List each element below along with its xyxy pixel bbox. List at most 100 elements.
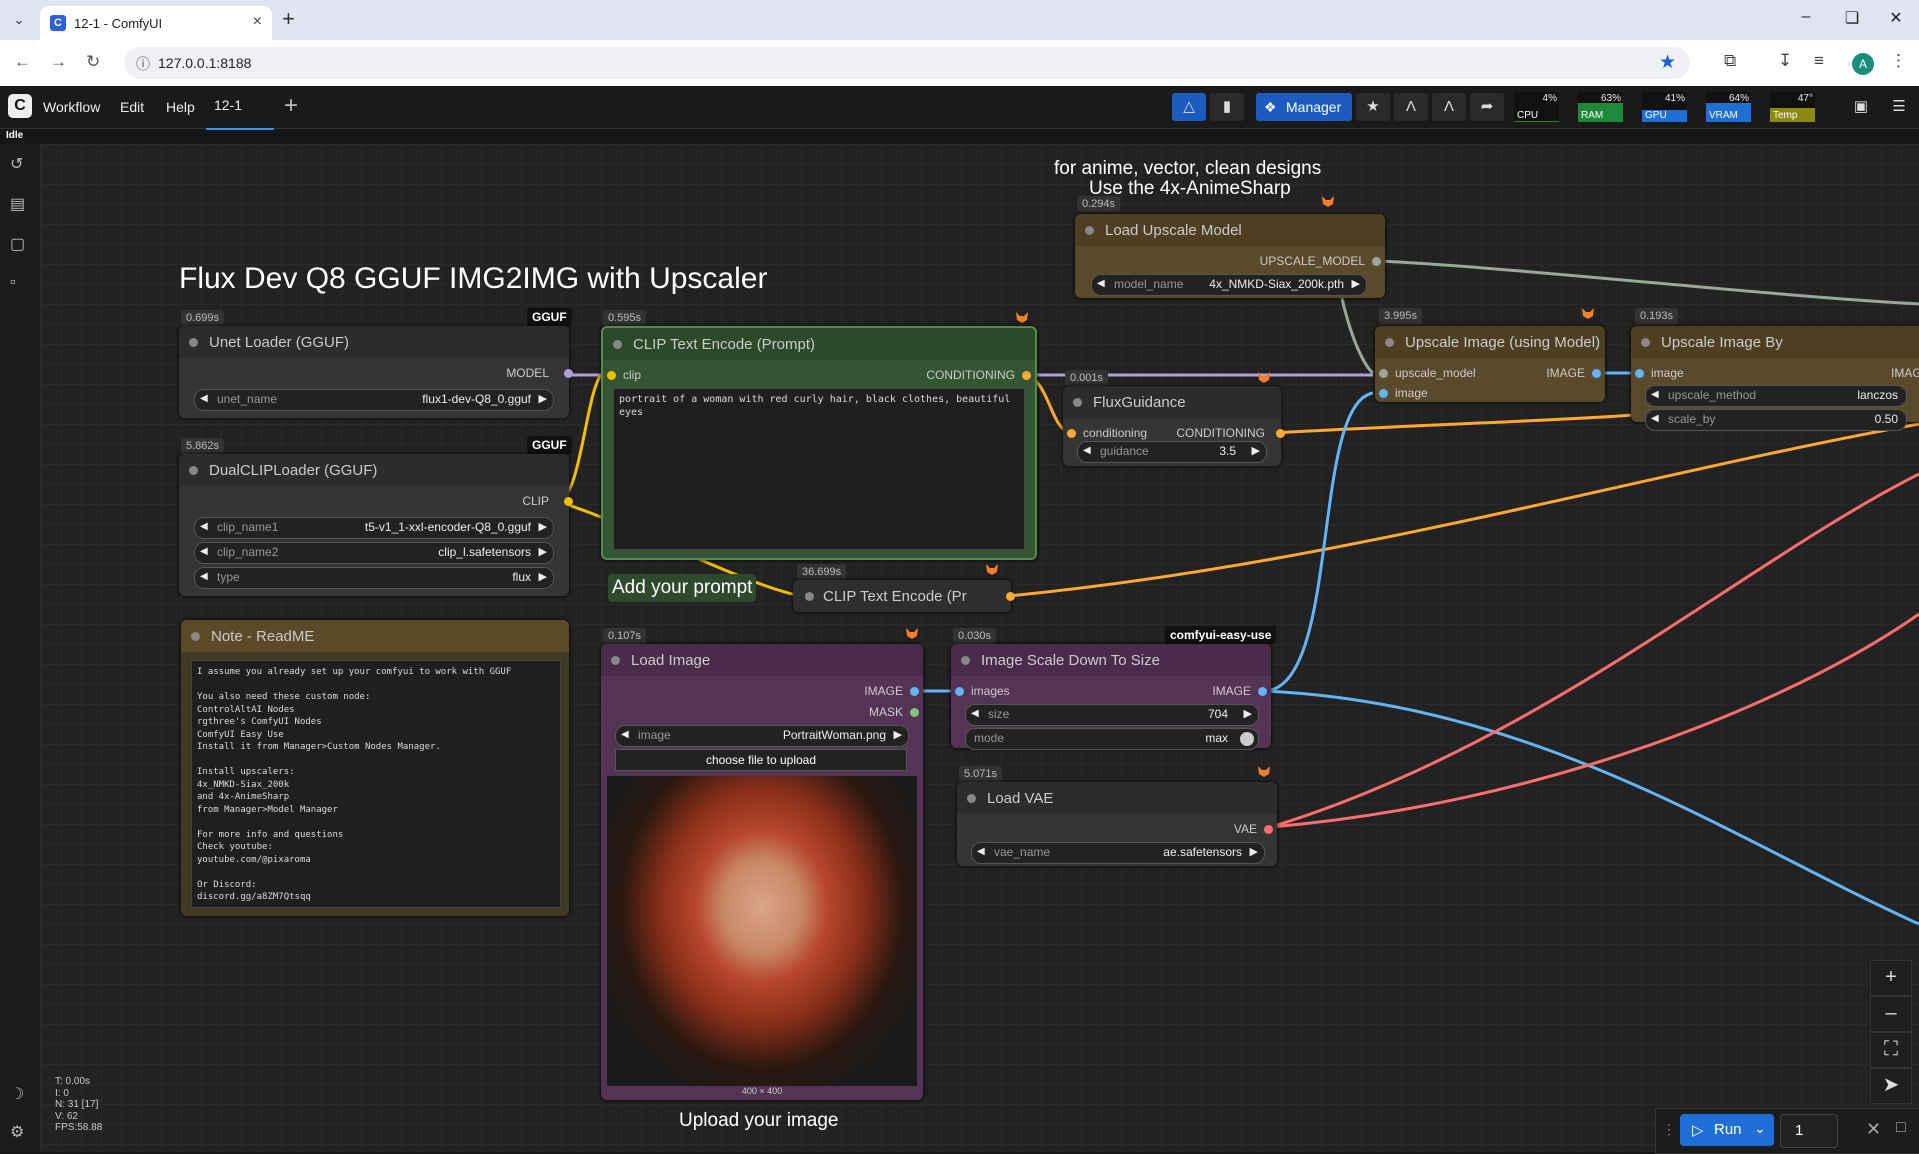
node-upscale-image-using-model[interactable]: Upscale Image (using Model) upscale_mode… (1375, 326, 1605, 402)
panel-toggle-icon[interactable]: ▣ (1844, 93, 1878, 121)
socket-upscale-model-in[interactable] (1379, 369, 1388, 378)
theme-moon-icon[interactable]: ☽ (10, 1084, 24, 1104)
widget-scale-by[interactable]: ◀ scale_by 0.50 (1645, 409, 1907, 431)
graph-canvas[interactable]: Flux Dev Q8 GGUF IMG2IMG with Upscaler f… (41, 144, 1919, 1152)
node-load-upscale-model[interactable]: Load Upscale Model UPSCALE_MODEL ◀ model_… (1075, 214, 1385, 298)
minimize-icon[interactable]: – (1786, 8, 1826, 26)
settings-gear-icon[interactable]: ⚙ (10, 1122, 24, 1142)
socket-image-out[interactable] (1258, 687, 1267, 696)
cancel-icon[interactable]: ✕ (1866, 1119, 1881, 1140)
output-mask: MASK (868, 705, 903, 719)
batch-count-input[interactable]: 1 (1780, 1114, 1838, 1148)
output-conditioning: CONDITIONING (926, 368, 1015, 382)
browser-menu-icon[interactable]: ⋮ (1890, 51, 1907, 71)
custom-node-icon[interactable]: Λ (1394, 93, 1428, 121)
temp-monitor: 47° Temp (1770, 92, 1815, 122)
node-upscale-image-by[interactable]: Upscale Image By image IMAG ◀ upscale_met… (1631, 326, 1919, 431)
node-flux-guidance[interactable]: FluxGuidance conditioning CONDITIONING ◀… (1063, 386, 1285, 466)
zoom-in-icon[interactable]: + (1870, 960, 1912, 996)
widget-guidance[interactable]: ◀ guidance 3.5 ▶ (1077, 441, 1267, 463)
widget-clip-name2[interactable]: ◀ clip_name2 clip_l.safetensors ▶ (194, 542, 554, 564)
model-icon[interactable]: Λ (1432, 93, 1466, 121)
socket-conditioning[interactable] (1022, 371, 1031, 380)
back-icon[interactable]: ← (14, 52, 31, 72)
menu-help[interactable]: Help (166, 99, 195, 115)
site-info-icon[interactable]: ⓘ (136, 54, 150, 74)
upload-button[interactable]: choose file to upload (615, 749, 907, 771)
restore-icon[interactable]: ❏ (1832, 8, 1872, 28)
media-control-icon[interactable]: ≡ (1814, 51, 1824, 71)
widget-mode[interactable]: mode max (965, 728, 1259, 750)
downloads-icon[interactable]: ↧ (1778, 51, 1792, 71)
run-options-chevron-icon[interactable]: ⌄ (1754, 1120, 1766, 1137)
node-unet-loader[interactable]: Unet Loader (GGUF) MODEL ◀ unet_name flux1… (179, 326, 573, 418)
node-clip-text-encode-collapsed[interactable]: CLIP Text Encode (Pr (793, 580, 1015, 612)
browser-tab[interactable]: C 12-1 - ComfyUI × (40, 6, 272, 40)
socket-upscale-model[interactable] (1372, 257, 1381, 266)
node-library-icon[interactable]: ▤ (10, 194, 25, 214)
node-timing: 5.071s (959, 766, 1003, 782)
drag-handle-icon[interactable]: ⋮ (1662, 1121, 1676, 1138)
queue-history-icon[interactable]: ↺ (10, 154, 23, 174)
url-bar[interactable]: ⓘ 127.0.0.1:8188 ★ (124, 47, 1690, 79)
favorites-star-icon[interactable]: ★ (1356, 93, 1390, 121)
comfyui-logo-icon[interactable]: C (8, 94, 32, 118)
socket-clip-in[interactable] (607, 371, 616, 380)
socket-image[interactable] (910, 687, 919, 696)
close-tab-icon[interactable]: × (253, 13, 262, 31)
socket-images-in[interactable] (955, 687, 964, 696)
prompt-textarea[interactable]: portrait of a woman with red curly hair,… (613, 388, 1025, 550)
socket-model[interactable] (564, 369, 573, 378)
profile-avatar[interactable]: A (1852, 53, 1874, 75)
queue-panel-icon[interactable]: □ (1896, 1119, 1906, 1137)
hamburger-menu-icon[interactable]: ☰ (1882, 93, 1916, 121)
widget-clip-name1[interactable]: ◀ clip_name1 t5-v1_1-xxl-encoder-Q8_0.gguf… (194, 517, 554, 539)
forward-icon[interactable]: → (50, 52, 67, 72)
reload-icon[interactable]: ↻ (86, 52, 100, 72)
widget-upscale-method[interactable]: ◀ upscale_method lanczos (1645, 385, 1907, 407)
readme-textarea[interactable]: I assume you already set up your comfyui… (191, 660, 561, 908)
node-note-readme[interactable]: Note - ReadME I assume you already set u… (181, 620, 569, 916)
menu-edit[interactable]: Edit (120, 99, 144, 115)
node-load-image[interactable]: Load Image IMAGE MASK ◀ image PortraitWoma… (601, 644, 923, 1100)
widget-image-select[interactable]: ◀ image PortraitWoman.png ▶ (615, 725, 909, 747)
model-library-icon[interactable]: ▢ (10, 234, 25, 254)
widget-size[interactable]: ◀ size 704 ▶ (965, 704, 1259, 726)
fit-view-icon[interactable]: ⛶ (1870, 1032, 1912, 1068)
workflow-tab[interactable]: 12-1 (206, 86, 274, 130)
extensions-icon[interactable]: ⧉ (1724, 51, 1736, 71)
run-button[interactable]: ▷ Run ⌄ (1680, 1114, 1774, 1146)
flow-icon[interactable]: △ (1172, 93, 1206, 121)
socket-mask[interactable] (910, 708, 919, 717)
workflows-folder-icon[interactable]: ▫ (10, 274, 16, 292)
socket-vae[interactable] (1264, 825, 1273, 834)
widget-type[interactable]: ◀ type flux ▶ (194, 567, 554, 589)
select-pointer-icon[interactable]: ➤ (1870, 1068, 1912, 1104)
menu-workflow[interactable]: Workflow (43, 99, 100, 115)
socket-clip[interactable] (564, 497, 573, 506)
bookmark-star-icon[interactable]: ★ (1659, 51, 1676, 74)
tab-list-chevron-icon[interactable]: ⌄ (8, 10, 30, 30)
socket-image-out[interactable] (1592, 369, 1601, 378)
new-tab-icon[interactable]: + (282, 6, 295, 32)
socket-conditioning-out[interactable] (1276, 429, 1285, 438)
widget-vae-name[interactable]: ◀ vae_name ae.safetensors ▶ (971, 842, 1265, 864)
socket-image-in[interactable] (1379, 389, 1388, 398)
bookmark-icon[interactable]: ▮ (1210, 93, 1244, 121)
node-image-scale-down[interactable]: Image Scale Down To Size images IMAGE ◀ s… (951, 644, 1271, 750)
socket-image-in[interactable] (1635, 369, 1644, 378)
fox-icon (1582, 308, 1594, 319)
node-clip-text-encode[interactable]: CLIP Text Encode (Prompt) clip CONDITION… (601, 326, 1037, 560)
zoom-out-icon[interactable]: – (1870, 996, 1912, 1032)
close-window-icon[interactable]: ✕ (1876, 8, 1916, 28)
widget-unet-name[interactable]: ◀ unet_name flux1-dev-Q8_0.gguf ▶ (194, 389, 554, 411)
widget-model-name[interactable]: ◀ model_name 4x_NMKD-Siax_200k.pth ▶ (1091, 274, 1367, 296)
share-icon[interactable]: ➦ (1470, 93, 1504, 121)
node-load-vae[interactable]: Load VAE VAE ◀ vae_name ae.safetensors ▶ (957, 782, 1277, 866)
manager-button[interactable]: ❖ Manager (1256, 93, 1352, 121)
new-workflow-icon[interactable]: + (284, 92, 298, 120)
socket-conditioning[interactable] (1006, 592, 1015, 601)
socket-conditioning-in[interactable] (1067, 429, 1076, 438)
node-dualclip-loader[interactable]: DualCLIPLoader (GGUF) CLIP ◀ clip_name1 t5… (179, 454, 573, 596)
vram-monitor: 64% VRAM (1706, 92, 1751, 122)
